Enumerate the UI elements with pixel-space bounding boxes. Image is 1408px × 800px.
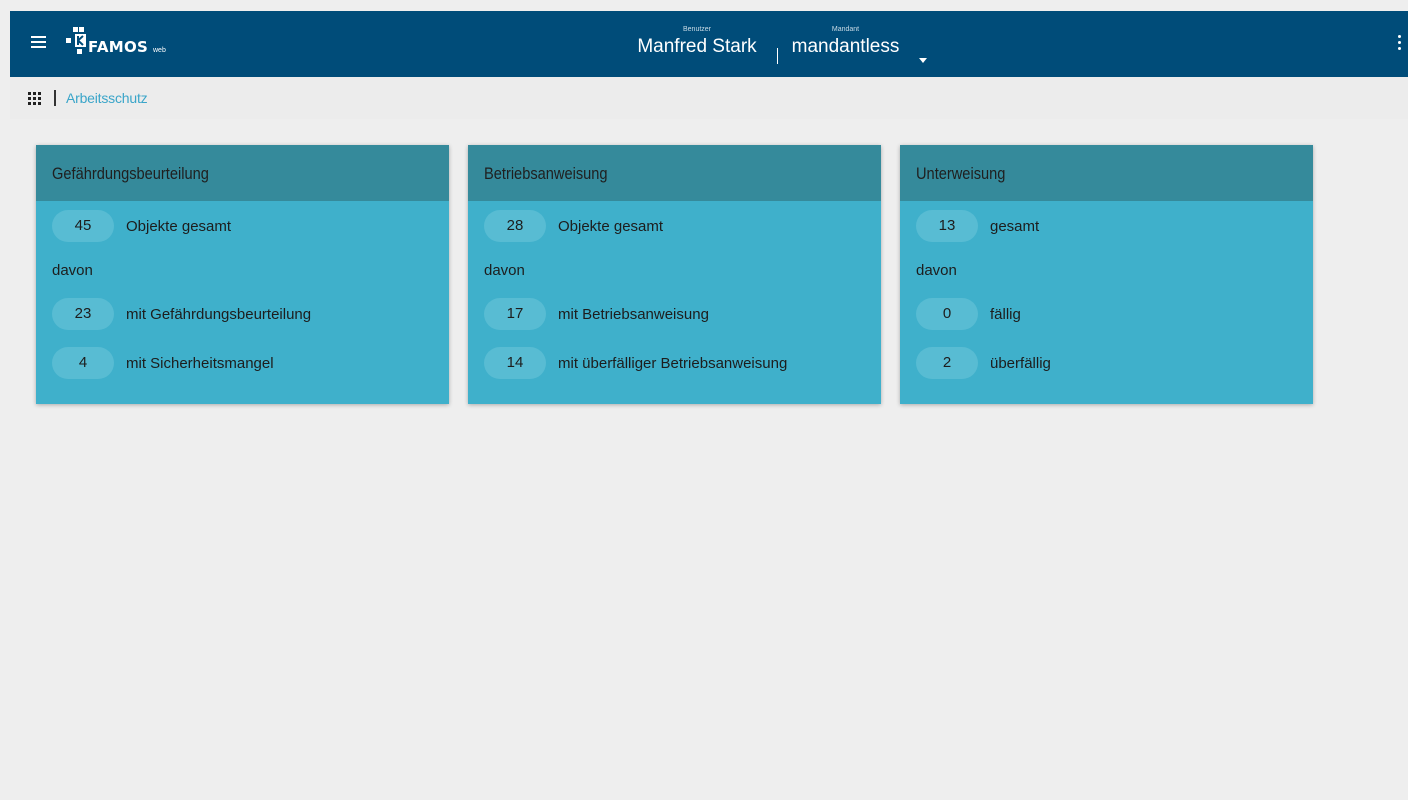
dropdown-caret-icon[interactable] (919, 58, 927, 63)
row-label: mit überfälliger Betriebsanweisung (558, 355, 788, 372)
row-label: gesamt (990, 218, 1040, 235)
card-row[interactable]: 14 mit überfälliger Betriebsanweisung (468, 347, 881, 379)
count-badge: 45 (52, 210, 114, 242)
card-row[interactable]: 0 fällig (900, 298, 1313, 330)
card-title: Gefährdungsbeurteilung (52, 164, 209, 183)
row-label: mit Gefährdungsbeurteilung (126, 306, 312, 323)
card-header: Gefährdungsbeurteilung (36, 145, 449, 201)
card-row-total[interactable]: 45 Objekte gesamt (36, 210, 449, 242)
card-row[interactable]: 2 überfällig (900, 347, 1313, 379)
user-block: Benutzer Manfred Stark (622, 26, 772, 59)
breadcrumb-separator (54, 90, 56, 106)
card-header: Betriebsanweisung (468, 145, 881, 201)
card-gefaehrdungsbeurteilung[interactable]: Gefährdungsbeurteilung 45 Objekte gesamt… (36, 145, 449, 404)
app-frame: FAMOS web Benutzer Manfred Stark Mandant… (10, 0, 1408, 800)
menu-icon[interactable] (30, 33, 48, 51)
card-row[interactable]: 4 mit Sicherheitsmangel (36, 347, 449, 379)
davon-label: davon (484, 262, 525, 279)
row-label: Objekte gesamt (558, 218, 664, 235)
tenant-name[interactable]: mandantless (778, 35, 913, 59)
row-label: fällig (990, 306, 1021, 323)
count-badge: 0 (916, 298, 978, 330)
tenant-block[interactable]: Mandant mandantless (778, 26, 913, 59)
breadcrumb: Arbeitsschutz (10, 77, 1408, 119)
count-badge: 14 (484, 347, 546, 379)
card-title: Betriebsanweisung (484, 164, 608, 183)
count-badge: 4 (52, 347, 114, 379)
card-betriebsanweisung[interactable]: Betriebsanweisung 28 Objekte gesamt davo… (468, 145, 881, 404)
count-badge: 23 (52, 298, 114, 330)
logo-mark-icon (66, 27, 86, 54)
apps-grid-icon[interactable] (28, 92, 42, 105)
card-row[interactable]: 17 mit Betriebsanweisung (468, 298, 881, 330)
card-unterweisung[interactable]: Unterweisung 13 gesamt davon 0 fällig 2 … (900, 145, 1313, 404)
card-title: Unterweisung (916, 164, 1006, 183)
user-caption: Benutzer (682, 26, 712, 33)
logo-subtext: web (153, 47, 166, 54)
row-label: überfällig (990, 355, 1051, 372)
count-badge: 28 (484, 210, 546, 242)
user-name: Manfred Stark (637, 36, 757, 57)
davon-label: davon (916, 262, 957, 279)
count-badge: 17 (484, 298, 546, 330)
famos-logo[interactable]: FAMOS web (64, 25, 184, 63)
card-row-total[interactable]: 28 Objekte gesamt (468, 210, 881, 242)
card-header: Unterweisung (900, 145, 1313, 201)
breadcrumb-link-arbeitsschutz[interactable]: Arbeitsschutz (66, 90, 148, 106)
row-label: mit Betriebsanweisung (558, 306, 709, 323)
row-label: mit Sicherheitsmangel (126, 355, 274, 372)
count-badge: 2 (916, 347, 978, 379)
row-label: Objekte gesamt (126, 218, 232, 235)
top-app-bar: FAMOS web Benutzer Manfred Stark Mandant… (10, 11, 1408, 77)
card-row[interactable]: 23 mit Gefährdungsbeurteilung (36, 298, 449, 330)
card-row-total[interactable]: 13 gesamt (900, 210, 1313, 242)
more-vert-icon[interactable] (1396, 35, 1402, 53)
logo-text: FAMOS (88, 38, 149, 56)
count-badge: 13 (916, 210, 978, 242)
tenant-caption: Mandant (831, 26, 860, 33)
davon-label: davon (52, 262, 93, 279)
